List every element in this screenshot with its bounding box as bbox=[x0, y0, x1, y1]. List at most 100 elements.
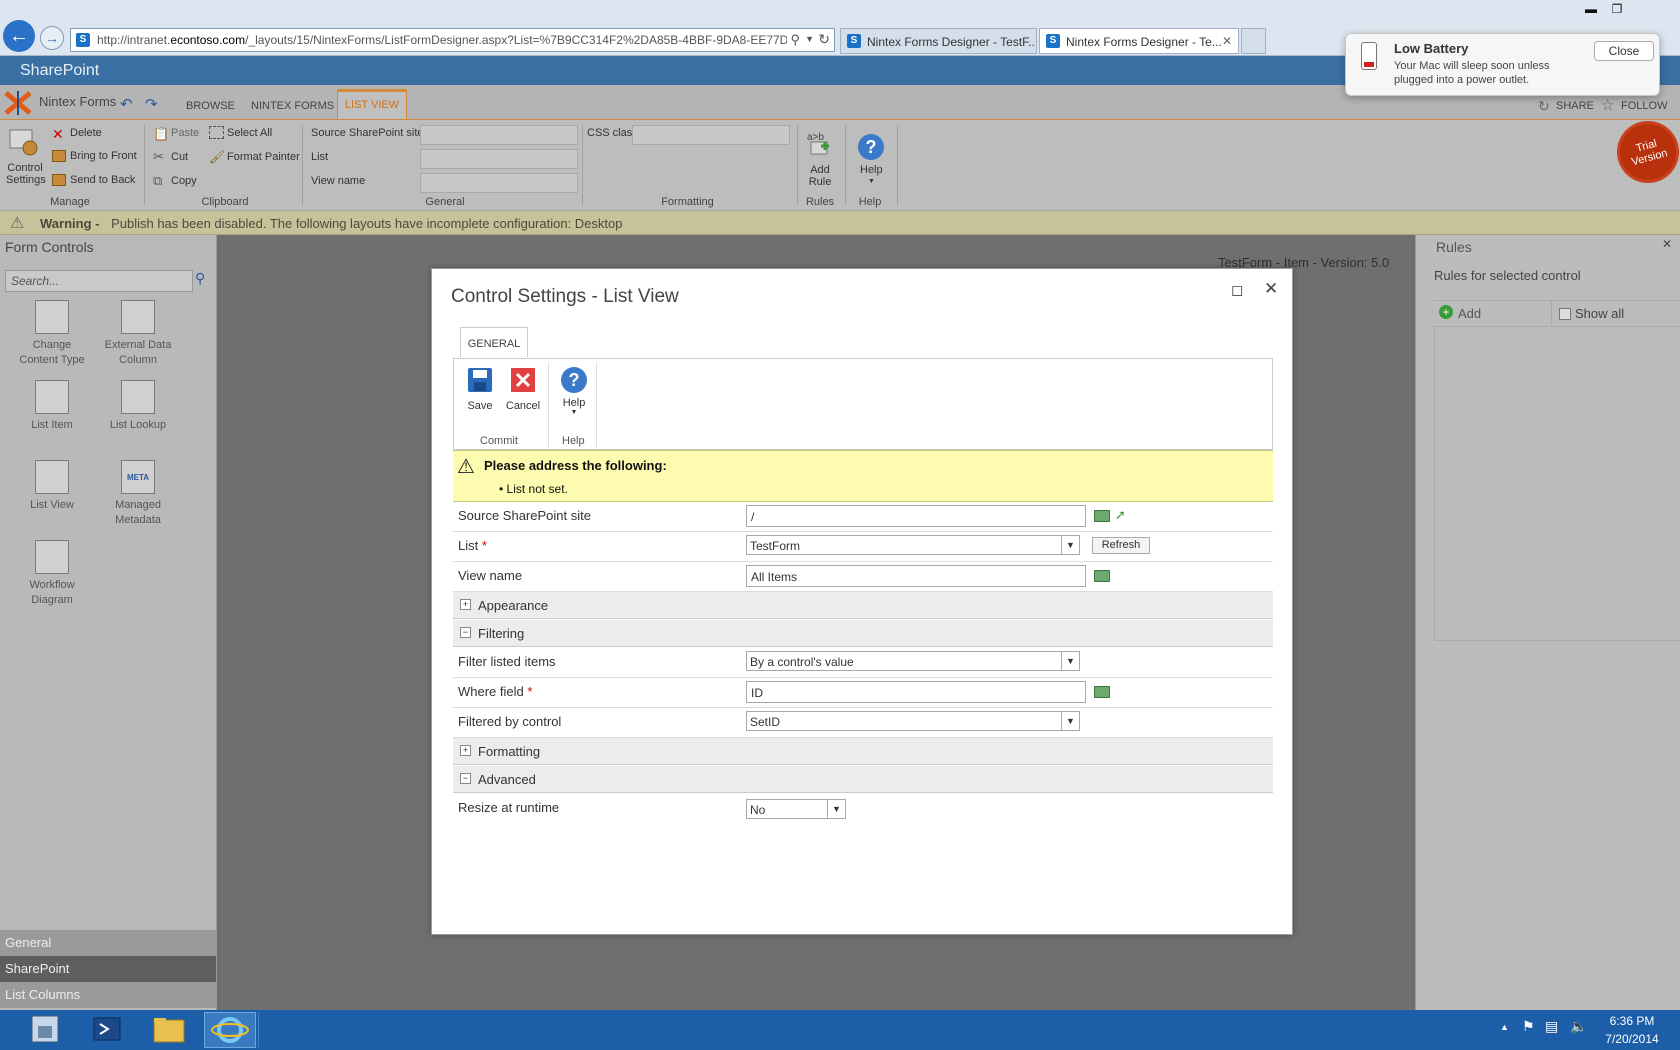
share-link[interactable]: SHARE bbox=[1556, 100, 1594, 112]
section-sharepoint[interactable]: SharePoint bbox=[0, 956, 216, 982]
toast-close-button[interactable]: Close bbox=[1594, 41, 1654, 61]
control-list-view[interactable]: List View bbox=[12, 460, 92, 513]
add-icon[interactable]: + bbox=[1439, 305, 1453, 319]
add-rule-link[interactable]: Add bbox=[1458, 306, 1481, 321]
bring-to-front-button[interactable]: Bring to Front bbox=[70, 150, 137, 162]
ribbon-source-site-field[interactable] bbox=[420, 125, 578, 145]
share-icon[interactable]: ↻ bbox=[1538, 98, 1550, 115]
search-icon[interactable]: ⚲ bbox=[195, 270, 205, 287]
help-button[interactable]: ? Help ▼ bbox=[557, 367, 591, 416]
section-appearance[interactable]: + Appearance bbox=[453, 592, 1273, 619]
collapse-icon[interactable]: − bbox=[460, 627, 471, 638]
save-button[interactable]: Save bbox=[465, 367, 495, 412]
new-tab-button[interactable] bbox=[1241, 28, 1266, 54]
section-general[interactable]: General bbox=[0, 930, 216, 956]
ribbon-view-name-field[interactable] bbox=[420, 173, 578, 193]
tab-nintex-forms[interactable]: NINTEX FORMS bbox=[251, 100, 334, 112]
send-to-back-icon bbox=[52, 174, 66, 186]
resize-select[interactable]: No ▼ bbox=[746, 799, 846, 819]
address-bar[interactable]: S http://intranet.econtoso.com/_layouts/… bbox=[70, 28, 835, 52]
browser-tab-2[interactable]: S Nintex Forms Designer - Te... ✕ bbox=[1039, 28, 1239, 54]
sharepoint-brand[interactable]: SharePoint bbox=[20, 62, 99, 80]
tab-list-view[interactable]: LIST VIEW bbox=[337, 89, 407, 119]
view-name-input[interactable]: All Items bbox=[746, 565, 1086, 587]
add-rule-icon[interactable]: a>b bbox=[805, 128, 833, 156]
close-icon[interactable]: ✕ bbox=[1662, 237, 1672, 251]
control-change-content-type[interactable]: Change Content Type bbox=[12, 300, 92, 368]
browser-tab-1[interactable]: S Nintex Forms Designer - TestF... bbox=[840, 28, 1037, 54]
show-hidden-icons[interactable]: ▲ bbox=[1500, 1022, 1509, 1032]
internet-explorer-icon[interactable] bbox=[204, 1012, 256, 1048]
section-formatting[interactable]: + Formatting bbox=[453, 738, 1273, 765]
tab-browse[interactable]: BROWSE bbox=[186, 100, 235, 112]
expand-icon[interactable]: + bbox=[460, 745, 471, 756]
show-all-checkbox[interactable] bbox=[1559, 308, 1571, 320]
ribbon-css-class-field[interactable] bbox=[632, 125, 790, 145]
back-button[interactable]: ← bbox=[3, 20, 35, 52]
close-icon[interactable]: ✕ bbox=[1264, 279, 1278, 299]
flag-icon[interactable]: ⚑ bbox=[1522, 1018, 1535, 1035]
control-list-item[interactable]: List Item bbox=[12, 380, 92, 433]
lookup-icon[interactable] bbox=[1094, 686, 1110, 698]
filtered-by-select[interactable]: SetID ▼ bbox=[746, 711, 1080, 731]
follow-link[interactable]: FOLLOW bbox=[1621, 100, 1667, 112]
ribbon-list-field[interactable] bbox=[420, 149, 578, 169]
search-icon[interactable]: ⚲ bbox=[790, 32, 800, 48]
search-input[interactable]: Search... bbox=[5, 270, 193, 292]
filter-items-select[interactable]: By a control's value ▼ bbox=[746, 651, 1080, 671]
minimize-icon[interactable]: ▬ bbox=[1580, 2, 1602, 18]
follow-star-icon[interactable]: ☆ bbox=[1601, 96, 1614, 114]
clock-time[interactable]: 6:36 PM bbox=[1607, 1014, 1657, 1028]
close-tab-icon[interactable]: ✕ bbox=[1222, 34, 1232, 48]
section-filtering[interactable]: − Filtering bbox=[453, 620, 1273, 647]
control-external-data-column[interactable]: External Data Column bbox=[98, 300, 178, 368]
control-settings-button[interactable]: Control Settings bbox=[6, 162, 46, 186]
source-site-input[interactable]: / bbox=[746, 505, 1086, 527]
control-settings-icon[interactable] bbox=[6, 128, 44, 158]
volume-icon[interactable]: 🔈 bbox=[1570, 1018, 1587, 1035]
section-list-columns[interactable]: List Columns bbox=[0, 982, 216, 1008]
help-icon[interactable]: ? bbox=[858, 134, 884, 160]
select-all-button[interactable]: Select All bbox=[227, 127, 272, 139]
server-manager-icon[interactable] bbox=[20, 1012, 72, 1048]
refresh-icon[interactable]: ↻ bbox=[818, 31, 830, 48]
control-list-lookup[interactable]: List Lookup bbox=[98, 380, 178, 433]
tab-general[interactable]: GENERAL bbox=[460, 327, 528, 357]
chevron-down-icon[interactable]: ▼ bbox=[868, 178, 875, 185]
expand-icon[interactable]: + bbox=[460, 599, 471, 610]
control-workflow-diagram[interactable]: Workflow Diagram bbox=[12, 540, 92, 608]
lookup-icon[interactable] bbox=[1094, 570, 1110, 582]
delete-icon[interactable]: ✕ bbox=[52, 126, 64, 143]
refresh-button[interactable]: Refresh bbox=[1092, 537, 1150, 554]
send-to-back-button[interactable]: Send to Back bbox=[70, 174, 135, 186]
toast-title: Low Battery bbox=[1394, 41, 1469, 56]
powershell-icon[interactable] bbox=[82, 1012, 134, 1048]
copy-button[interactable]: Copy bbox=[171, 175, 197, 187]
save-icon bbox=[468, 368, 492, 392]
paste-button[interactable]: Paste bbox=[171, 127, 199, 139]
network-icon[interactable]: ▤ bbox=[1545, 1018, 1558, 1035]
delete-button[interactable]: Delete bbox=[70, 127, 102, 139]
forward-button[interactable]: → bbox=[40, 26, 64, 50]
file-explorer-icon[interactable] bbox=[144, 1012, 196, 1048]
chevron-down-icon[interactable]: ▼ bbox=[805, 34, 814, 44]
list-select[interactable]: TestForm ▼ bbox=[746, 535, 1080, 555]
redo-icon[interactable]: ↷ bbox=[145, 95, 158, 113]
browse-site-icon[interactable]: ➚ bbox=[1115, 507, 1126, 523]
maximize-icon[interactable]: ◻ bbox=[1231, 281, 1243, 299]
clock-date[interactable]: 7/20/2014 bbox=[1600, 1032, 1664, 1046]
control-settings-dialog: Control Settings - List View ◻ ✕ GENERAL… bbox=[431, 268, 1293, 935]
restore-icon[interactable]: ❐ bbox=[1606, 2, 1628, 18]
undo-icon[interactable]: ↶ bbox=[120, 95, 133, 113]
section-advanced[interactable]: − Advanced bbox=[453, 766, 1273, 793]
lookup-icon[interactable] bbox=[1094, 510, 1110, 522]
cut-button[interactable]: Cut bbox=[171, 151, 188, 163]
add-rule-button[interactable]: Add Rule bbox=[802, 164, 838, 188]
help-button[interactable]: Help bbox=[860, 164, 883, 176]
collapse-icon[interactable]: − bbox=[460, 773, 471, 784]
where-field-input[interactable]: ID bbox=[746, 681, 1086, 703]
format-painter-button[interactable]: Format Painter bbox=[227, 151, 300, 163]
control-managed-metadata[interactable]: META Managed Metadata bbox=[98, 460, 178, 528]
nintex-forms-logo-text: Nintex Forms bbox=[39, 94, 117, 109]
cancel-button[interactable]: Cancel bbox=[505, 367, 541, 412]
